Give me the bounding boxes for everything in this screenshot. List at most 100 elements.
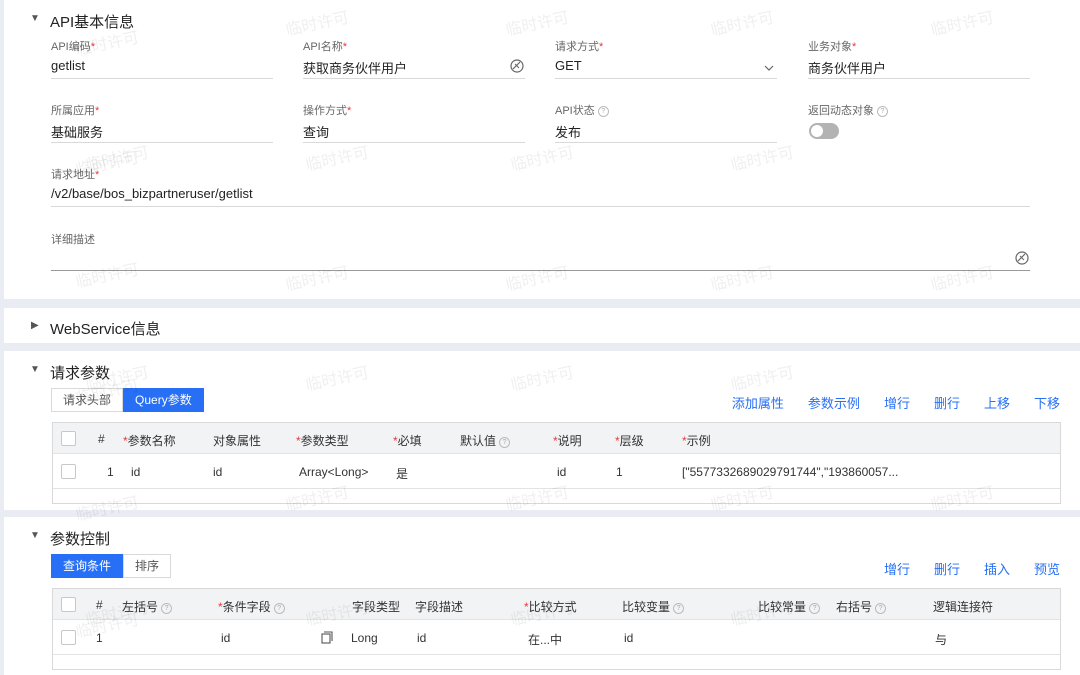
col-condition-field: *条件字段? [218,598,285,615]
col-right-paren: 右括号? [836,598,887,615]
field-label-status: API状态? [555,102,609,118]
field-label-api-name: API名称* [303,41,348,53]
row-checkbox[interactable] [61,464,76,479]
section-title-request-params: 请求参数 [50,365,111,382]
row-required[interactable]: 是 [396,465,408,482]
row-field-type[interactable]: Long [351,631,378,645]
tab-sort[interactable]: 排序 [123,554,172,578]
param-example-button[interactable]: 参数示例 [808,393,860,412]
webservice-panel: ▶ WebService信息 [4,308,1080,343]
col-param-name: *参数名称 [123,434,176,448]
col-param-type: *参数类型 [296,434,349,448]
help-icon[interactable]: ? [499,437,511,448]
help-icon[interactable]: ? [273,603,285,614]
multilang-icon[interactable] [510,59,524,78]
row-index: 1 [96,631,103,645]
method-select[interactable]: GET [555,58,582,73]
col-level: *层级 [615,434,644,448]
table-header: # 左括号? *条件字段? 字段类型 字段描述 *比较方式 比较变量? 比较常量… [53,589,1060,620]
collapse-arrow-icon[interactable]: ▼ [30,530,40,541]
insert-button[interactable]: 插入 [984,559,1010,578]
tab-query-conditions[interactable]: 查询条件 [51,554,124,578]
row-param-name[interactable]: id [131,465,140,479]
section-title-webservice[interactable]: WebService信息 [50,318,161,339]
field-label-business-object: 业务对象* [808,41,857,53]
col-left-paren: 左括号? [122,598,173,615]
col-compare-const: 比较常量? [758,598,821,615]
status-underline [555,142,777,143]
select-all-checkbox[interactable] [61,431,76,446]
delete-row-button[interactable]: 删行 [934,559,960,578]
business-object-input[interactable]: 商务伙伴用户 [808,58,886,77]
row-level[interactable]: 1 [616,465,623,479]
tab-query-params[interactable]: Query参数 [123,388,204,412]
row-field-desc[interactable]: id [417,631,426,645]
move-up-button[interactable]: 上移 [984,393,1010,412]
request-params-panel: ▼ 请求参数 请求头部 Query参数 添加属性 参数示例 增行 删行 上移 下… [4,351,1080,510]
col-required: *必填 [393,434,422,448]
col-default: 默认值? [460,432,511,449]
move-down-button[interactable]: 下移 [1034,393,1060,412]
col-field-type: 字段类型 [352,600,401,614]
preview-button[interactable]: 预览 [1034,559,1060,578]
table-row[interactable]: 1 id Long id 在...中 id 与 [53,620,1060,655]
col-logic: 逻辑连接符 [933,600,994,614]
app-underline [51,142,273,143]
field-label-api-code: API编码* [51,41,96,53]
col-compare: *比较方式 [524,600,577,614]
multilang-icon[interactable] [1015,251,1029,270]
api-code-input[interactable]: getlist [51,58,85,73]
return-dynamic-toggle[interactable] [809,123,839,139]
table-row[interactable]: 1 id id Array<Long> 是 id 1 ["55773326890… [53,454,1060,489]
help-icon[interactable]: ? [161,603,173,614]
table-header: # *参数名称 对象属性 *参数类型 *必填 默认值? *说明 *层级 *示例 [53,423,1060,454]
add-attribute-button[interactable]: 添加属性 [732,393,784,412]
collapse-arrow-icon[interactable]: ▼ [30,13,40,24]
operation-underline [303,142,525,143]
col-description: *说明 [553,434,582,448]
help-icon[interactable]: ? [877,106,888,117]
help-icon[interactable]: ? [875,603,887,614]
section-title-api-info: API基本信息 [50,14,135,31]
select-all-checkbox[interactable] [61,597,76,612]
tab-request-header[interactable]: 请求头部 [51,388,124,412]
help-icon[interactable]: ? [673,603,685,614]
url-value: /v2/base/bos_bizpartneruser/getlist [51,186,253,201]
help-icon[interactable]: ? [809,603,821,614]
row-condition-field[interactable]: id [221,631,230,645]
param-control-tabs: 查询条件 排序 [51,554,172,578]
field-label-description: 详细描述 [51,234,95,246]
app-input[interactable]: 基础服务 [51,122,103,141]
row-description[interactable]: id [557,465,566,479]
chevron-down-icon[interactable] [763,60,775,78]
collapse-arrow-icon[interactable]: ▼ [30,364,40,375]
description-underline [51,270,1030,271]
param-control-actions: 增行 删行 插入 预览 [860,559,1060,578]
api-name-input[interactable]: 获取商务伙伴用户 [303,58,407,77]
api-name-underline [303,78,525,79]
field-label-app: 所属应用* [51,105,100,117]
api-code-underline [51,78,273,79]
add-row-button[interactable]: 增行 [884,393,910,412]
row-example[interactable]: ["5577332689029791744","193860057... [682,465,898,479]
row-compare[interactable]: 在...中 [528,631,562,648]
row-compare-var[interactable]: id [624,631,633,645]
business-object-underline [808,78,1030,79]
method-underline [555,78,777,79]
param-control-table: # 左括号? *条件字段? 字段类型 字段描述 *比较方式 比较变量? 比较常量… [52,588,1061,670]
operation-input[interactable]: 查询 [303,122,329,141]
col-compare-var: 比较变量? [622,598,685,615]
row-logic[interactable]: 与 [935,631,947,648]
param-control-panel: ▼ 参数控制 查询条件 排序 增行 删行 插入 预览 # 左括号? *条件字段?… [4,517,1080,675]
expand-arrow-icon[interactable]: ▶ [31,320,39,331]
row-object-attr[interactable]: id [213,465,222,479]
copy-icon[interactable] [321,631,333,649]
delete-row-button[interactable]: 删行 [934,393,960,412]
col-index: # [96,598,103,612]
field-label-return-dynamic: 返回动态对象? [808,102,888,118]
help-icon[interactable]: ? [597,106,609,117]
add-row-button[interactable]: 增行 [884,559,910,578]
row-checkbox[interactable] [61,630,76,645]
api-info-panel: ▼ API基本信息 API编码* getlist API名称* 获取商务伙伴用户… [4,0,1080,299]
row-param-type[interactable]: Array<Long> [299,465,368,479]
